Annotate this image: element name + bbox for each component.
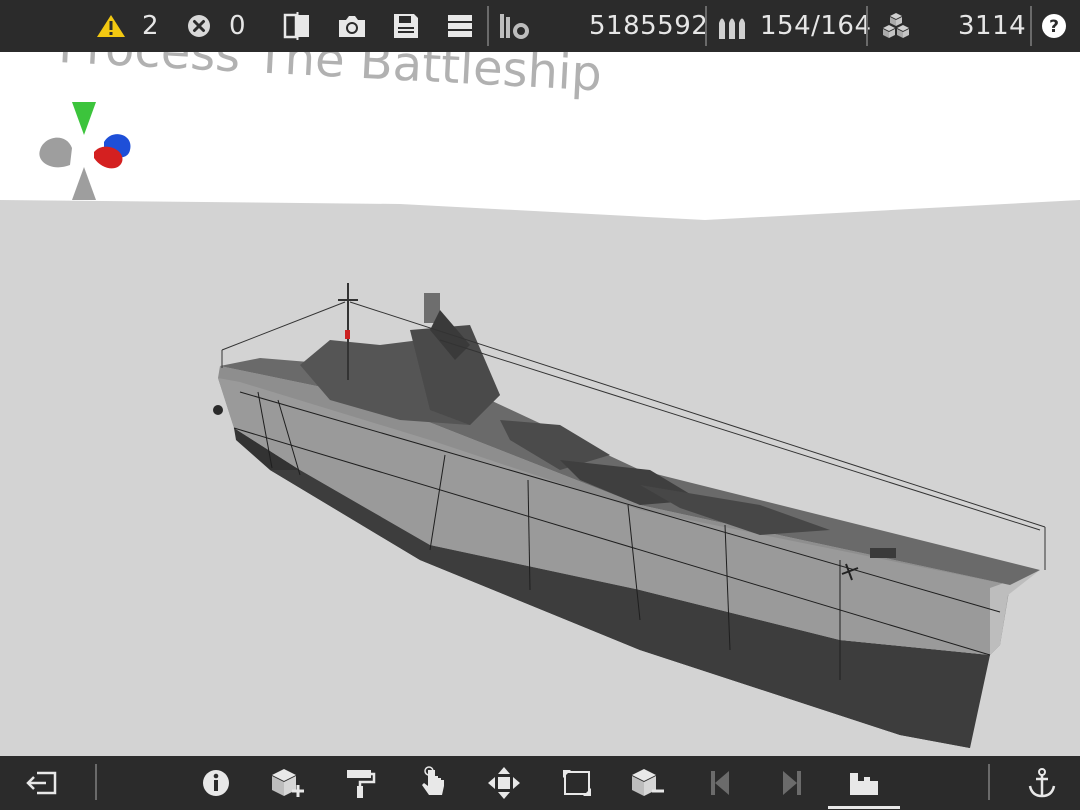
error-icon [188,15,210,37]
resize-button[interactable] [560,756,594,810]
camera-icon [339,16,365,37]
active-tool-indicator [828,806,900,809]
toolbar-separator [988,764,990,800]
help-button[interactable]: ? [1040,0,1068,52]
blocks-value: 3114 [958,11,1027,41]
build-mode-button[interactable] [846,756,882,810]
paint-button[interactable] [342,756,378,810]
ammo-value: 154/164 [760,11,872,41]
scene [0,102,1080,756]
neg-y-axis-handle[interactable] [72,167,96,200]
toolbar-separator [705,6,707,46]
svg-text:?: ? [1049,17,1059,37]
next-icon [783,771,801,795]
y-axis-handle[interactable] [72,102,96,135]
paint-roller-icon [347,770,376,798]
select-touch-button[interactable] [418,756,448,810]
save-icon [394,14,418,38]
exit-icon [26,771,57,795]
remove-block-button[interactable] [628,756,668,810]
save-button[interactable] [392,0,420,52]
bottom-toolbar [0,756,1080,810]
blocks-indicator [880,0,912,52]
touch-icon [422,766,444,795]
mirror-button[interactable] [282,0,314,52]
add-block-icon [272,769,304,797]
weight-indicator [498,0,532,52]
warnings-count: 2 [142,11,160,41]
ammo-icon [719,18,745,39]
menu-list-button[interactable] [446,0,474,52]
toolbar-separator [95,764,97,800]
blocks-icon [883,13,909,38]
neg-x-axis-handle[interactable] [39,137,72,168]
resize-icon [563,770,591,796]
warnings-indicator[interactable] [96,0,126,52]
list-icon [448,15,472,37]
previous-icon [711,771,729,795]
errors-count: 0 [229,11,247,41]
toolbar-separator [1030,6,1032,46]
points-value: 5185592 [589,11,709,41]
exit-button[interactable] [22,756,62,810]
anchor-icon [1028,768,1056,798]
mirror-icon [283,12,309,40]
weight-icon [500,14,529,39]
screenshot-button[interactable] [337,0,367,52]
info-button[interactable] [198,756,234,810]
errors-indicator[interactable] [186,0,212,52]
next-button[interactable] [776,756,806,810]
toolbar-separator [866,6,868,46]
info-icon [203,770,229,796]
move-icon [488,767,520,799]
move-button[interactable] [486,756,522,810]
warning-icon [97,15,125,37]
remove-block-icon [632,769,664,796]
toolbar-separator [487,6,489,46]
build-mode-icon [850,773,878,795]
axis-gizmo[interactable] [39,102,131,200]
help-icon: ? [1042,14,1066,38]
add-block-button[interactable] [268,756,308,810]
top-toolbar [0,0,1080,52]
previous-button[interactable] [706,756,736,810]
ammo-indicator [717,0,749,52]
anchor-button[interactable] [1024,756,1060,810]
3d-viewport[interactable]: Process The Battleship [0,52,1080,756]
